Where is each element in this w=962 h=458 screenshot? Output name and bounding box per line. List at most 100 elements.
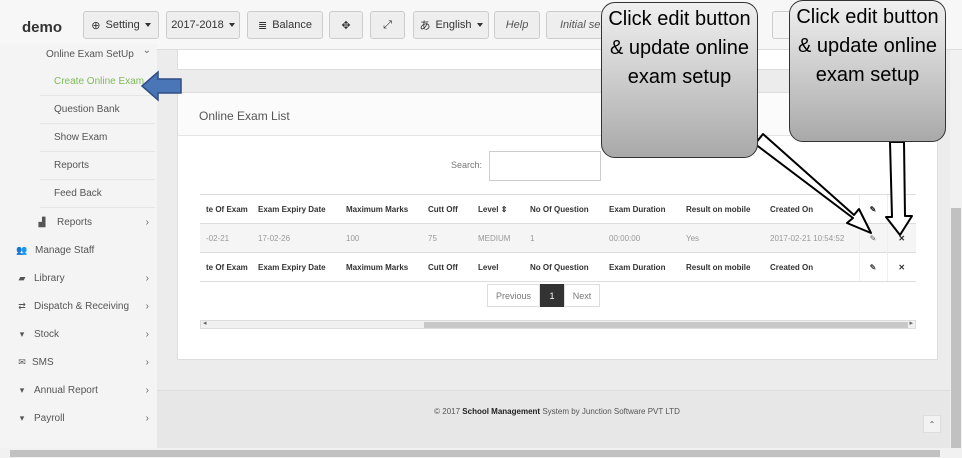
crosshair-icon: ✥ [341, 19, 351, 32]
pagination-next[interactable]: Next [564, 284, 600, 307]
chevron-right-icon: › [145, 300, 149, 312]
academic-year-dropdown[interactable]: 2017-2018 [166, 11, 240, 39]
table-cell: MEDIUM [472, 223, 524, 253]
sidebar-item-reports[interactable]: ▟ Reports › [0, 208, 157, 236]
table-horizontal-scrollbar[interactable]: ◂ ▸ [200, 320, 916, 329]
book-icon: ▰ [18, 272, 26, 283]
table-cell: 100 [340, 223, 422, 253]
sidebar-item-dispatch-receiving[interactable]: ⇄ Dispatch & Receiving › [0, 292, 157, 320]
caret-down-icon [144, 23, 151, 27]
sidebar-item-exam-reports[interactable]: Reports [40, 152, 155, 180]
panel-title: Online Exam List [199, 109, 290, 123]
sidebar: Online Exam SetUp ⌄ Create Online Exam Q… [0, 44, 157, 448]
sidebar-item-feed-back[interactable]: Feed Back [40, 180, 155, 208]
sidebar-item-stock[interactable]: ▾ Stock › [0, 320, 157, 348]
column-footer: Result on mobile [680, 252, 764, 282]
globe-icon: ⊕ [91, 19, 101, 32]
fullscreen-button[interactable]: ✥ [329, 11, 363, 39]
column-footer: Exam Duration [603, 252, 680, 282]
edit-icon: ✎ [869, 262, 877, 272]
page-footer: © 2017 School Management System by Junct… [157, 390, 950, 448]
pagination-page-1[interactable]: 1 [540, 284, 564, 307]
column-footer: Cutt Off [422, 252, 472, 282]
column-header[interactable]: No Of Question [524, 194, 603, 224]
column-header[interactable]: Cutt Off [422, 194, 472, 224]
column-footer: Level [472, 252, 524, 282]
table-footer-row: te Of Exam Exam Expiry Date Maximum Mark… [200, 252, 916, 282]
scrollbar-thumb[interactable] [10, 450, 940, 457]
search-label: Search: [451, 160, 483, 170]
page-horizontal-scrollbar[interactable] [0, 448, 962, 458]
chevron-right-icon: › [145, 412, 149, 424]
help-button[interactable]: Help [494, 11, 540, 39]
chevron-right-icon: › [145, 384, 149, 396]
exchange-icon: ⇄ [18, 300, 26, 311]
sort-icon: ⇕ [500, 204, 508, 214]
column-footer: Exam Expiry Date [252, 252, 340, 282]
cart-icon: ▾ [19, 412, 25, 423]
sidebar-item-payroll[interactable]: ▾ Payroll › [0, 404, 157, 432]
scroll-right-icon[interactable]: ▸ [909, 319, 913, 327]
delete-column-footer: ✕ [886, 252, 916, 282]
search-input[interactable] [489, 151, 601, 181]
arrow-to-edit-icon [754, 133, 872, 234]
table-cell: 17-02-26 [252, 223, 340, 253]
column-header-level[interactable]: Level ⇕ [472, 194, 524, 224]
scrollbar-thumb[interactable] [951, 208, 961, 448]
chevron-right-icon: › [145, 216, 149, 228]
sidebar-item-sms[interactable]: ✉ SMS › [0, 348, 157, 376]
column-footer: Maximum Marks [340, 252, 422, 282]
bar-chart-icon: ▟ [38, 216, 46, 227]
cart-icon: ▾ [19, 328, 25, 339]
column-footer: te Of Exam [200, 252, 252, 282]
sidebar-item-annual-report[interactable]: ▾ Annual Report › [0, 376, 157, 404]
scrollbar-thumb[interactable] [424, 322, 908, 328]
sidebar-item-show-exam[interactable]: Show Exam [40, 124, 155, 152]
copyright-text: © 2017 School Management System by Junct… [434, 407, 680, 416]
expand-button[interactable]: ⤢ [370, 11, 405, 39]
pointer-arrow-icon [140, 70, 182, 102]
database-icon: ≣ [258, 19, 268, 32]
chevron-up-icon: ⌃ [928, 419, 936, 429]
chevron-down-icon: ⌄ [142, 45, 151, 56]
setting-dropdown[interactable]: ⊕ Setting [83, 11, 159, 39]
edit-column-footer: ✎ [858, 252, 887, 282]
envelope-icon: ✉ [18, 356, 26, 367]
brand-name[interactable]: demo [22, 19, 62, 36]
column-header[interactable]: Exam Duration [603, 194, 680, 224]
sidebar-item-question-bank[interactable]: Question Bank [40, 96, 155, 124]
table-cell: -02-21 [200, 223, 252, 253]
scroll-to-top-button[interactable]: ⌃ [923, 415, 941, 433]
column-footer: Created On [764, 252, 859, 282]
table-cell: 75 [422, 223, 472, 253]
table-cell: 1 [524, 223, 603, 253]
column-footer: No Of Question [524, 252, 603, 282]
caret-down-icon [228, 23, 235, 27]
expand-icon: ⤢ [383, 18, 392, 31]
page-vertical-scrollbar[interactable] [950, 50, 962, 448]
sidebar-item-create-online-exam[interactable]: Create Online Exam [40, 68, 155, 96]
users-icon: 👥 [16, 244, 28, 255]
arrow-to-delete-icon [885, 141, 913, 236]
language-dropdown[interactable]: あ English [413, 11, 489, 39]
column-header[interactable]: Maximum Marks [340, 194, 422, 224]
pagination-previous[interactable]: Previous [487, 284, 540, 307]
chevron-right-icon: › [145, 328, 149, 340]
table-cell: 00:00:00 [603, 223, 680, 253]
caret-down-icon [476, 23, 483, 27]
sidebar-item-online-exam-setup[interactable]: Online Exam SetUp ⌄ [0, 40, 157, 68]
scroll-left-icon[interactable]: ◂ [203, 319, 207, 327]
callout-edit-instruction-right: Click edit button & update online exam s… [789, 0, 946, 142]
annotation-arrows [754, 133, 913, 236]
callout-edit-instruction-left: Click edit button & update online exam s… [601, 2, 758, 158]
chevron-right-icon: › [145, 356, 149, 368]
column-header[interactable]: Exam Expiry Date [252, 194, 340, 224]
close-icon: ✕ [898, 262, 906, 272]
translate-icon: あ [419, 20, 431, 32]
sidebar-item-manage-staff[interactable]: 👥 Manage Staff [0, 236, 157, 264]
column-header[interactable]: te Of Exam [200, 194, 252, 224]
balance-button[interactable]: ≣ Balance [247, 11, 323, 39]
sidebar-item-library[interactable]: ▰ Library › [0, 264, 157, 292]
chevron-right-icon: › [145, 272, 149, 284]
cart-icon: ▾ [19, 384, 25, 395]
